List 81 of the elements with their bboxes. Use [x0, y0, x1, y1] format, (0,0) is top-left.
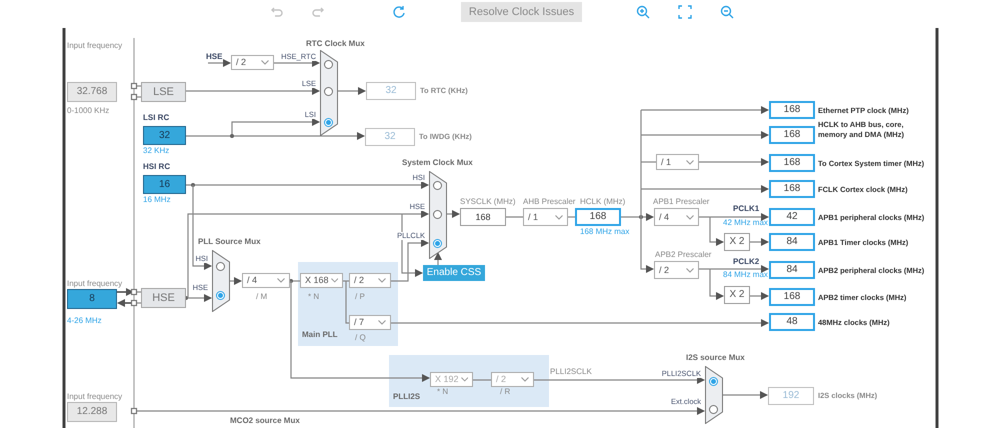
prescaler-dropdown[interactable]: / 7 — [349, 315, 391, 330]
fit-to-screen-icon[interactable] — [678, 5, 692, 19]
signal-label: PCLK2 — [733, 258, 760, 266]
caption-label: * N — [437, 388, 448, 396]
mux-body — [705, 366, 723, 424]
output-field: 48 — [769, 313, 815, 331]
range-note: 32 KHz — [143, 147, 170, 155]
chevron-down-icon — [686, 160, 694, 164]
output-field: 32 — [366, 82, 416, 100]
chevron-down-icon — [686, 268, 694, 272]
mux-body — [212, 250, 230, 312]
signal-label: HSI RC — [143, 163, 170, 171]
prescaler-dropdown[interactable]: / 2 — [349, 273, 391, 288]
range-note: 168 MHz max — [580, 228, 630, 236]
range-note: 16 MHz — [143, 196, 171, 204]
chevron-down-icon — [521, 377, 529, 382]
output-field: 168 — [769, 126, 815, 144]
caption-label: / Q — [355, 334, 366, 342]
caption-label: Input frequency — [67, 393, 122, 401]
caption-label: 0-1000 KHz — [67, 107, 110, 115]
output-field: 168 — [769, 180, 815, 198]
caption-label: AHB Prescaler — [523, 198, 576, 206]
range-note: 42 MHz max — [723, 219, 768, 227]
output-field: 42 — [769, 208, 815, 226]
zoom-out-icon[interactable] — [720, 5, 734, 19]
multiplier-block: X 2 — [724, 286, 750, 304]
prescaler-dropdown[interactable]: / 2 — [231, 55, 274, 70]
caption-label: Input frequency — [67, 42, 122, 50]
caption-label: APB1 Prescaler — [653, 198, 710, 206]
output-field: 84 — [769, 233, 815, 251]
signal-label: HSE — [206, 53, 222, 61]
output-field: 168 — [769, 154, 815, 172]
caption-label: HCLK (MHz) — [580, 198, 626, 206]
output-field: 168 — [769, 101, 815, 119]
range-note: 84 MHz max — [723, 271, 768, 279]
prescaler-dropdown[interactable]: / 1 — [656, 154, 699, 170]
prescaler-dropdown[interactable]: / 1 — [523, 208, 568, 226]
chevron-down-icon — [330, 278, 338, 283]
section-title: PLL Source Mux — [198, 238, 261, 246]
output-field: 192 — [768, 387, 814, 405]
output-field: 168 — [575, 208, 621, 226]
section-title: Main PLL — [302, 331, 338, 339]
caption-label: APB2 Prescaler — [655, 251, 712, 259]
chevron-down-icon — [378, 320, 386, 325]
chevron-down-icon — [378, 278, 386, 283]
value-field: 168 — [460, 208, 506, 226]
frequency-field[interactable]: 8 — [67, 289, 117, 309]
caption-label: PLLI2SCLK — [550, 368, 592, 376]
chevron-down-icon — [555, 214, 563, 220]
refresh-icon[interactable] — [392, 5, 406, 19]
signal-label: LSI RC — [143, 114, 170, 122]
clock-source-block: LSE — [141, 82, 186, 102]
caption-label: Input frequency — [67, 280, 122, 288]
caption-label: * N — [308, 293, 320, 301]
section-title: System Clock Mux — [402, 159, 473, 167]
frequency-field[interactable]: 16 — [143, 175, 186, 194]
chevron-down-icon — [277, 278, 285, 283]
caption-label: / P — [355, 293, 365, 301]
section-title: MCO2 source Mux — [230, 417, 300, 425]
section-title: RTC Clock Mux — [306, 40, 365, 48]
prescaler-dropdown[interactable]: / 2 — [654, 261, 699, 279]
section-title: PLLI2S — [393, 393, 420, 401]
multiplier-block: X 2 — [724, 233, 750, 251]
prescaler-dropdown[interactable]: X 168 — [300, 273, 343, 288]
range-note: 4-26 MHz — [67, 317, 102, 325]
caption-label: / M — [256, 293, 268, 301]
chevron-down-icon — [686, 214, 694, 220]
output-field: 32 — [365, 128, 415, 146]
output-field: 84 — [769, 261, 815, 279]
prescaler-dropdown[interactable]: / 4 — [242, 273, 290, 288]
chevron-down-icon — [460, 377, 468, 382]
section-title: I2S source Mux — [686, 354, 745, 362]
caption-label: / R — [500, 388, 510, 396]
signal-label: PCLK1 — [733, 205, 760, 213]
prescaler-dropdown[interactable]: / 4 — [654, 208, 699, 226]
caption-label: SYSCLK (MHz) — [460, 198, 516, 206]
clock-source-block: HSE — [141, 288, 186, 308]
chevron-down-icon — [261, 60, 269, 65]
frequency-field[interactable]: 32 — [143, 126, 186, 145]
output-field: 168 — [769, 288, 815, 306]
zoom-in-icon[interactable] — [636, 5, 650, 19]
